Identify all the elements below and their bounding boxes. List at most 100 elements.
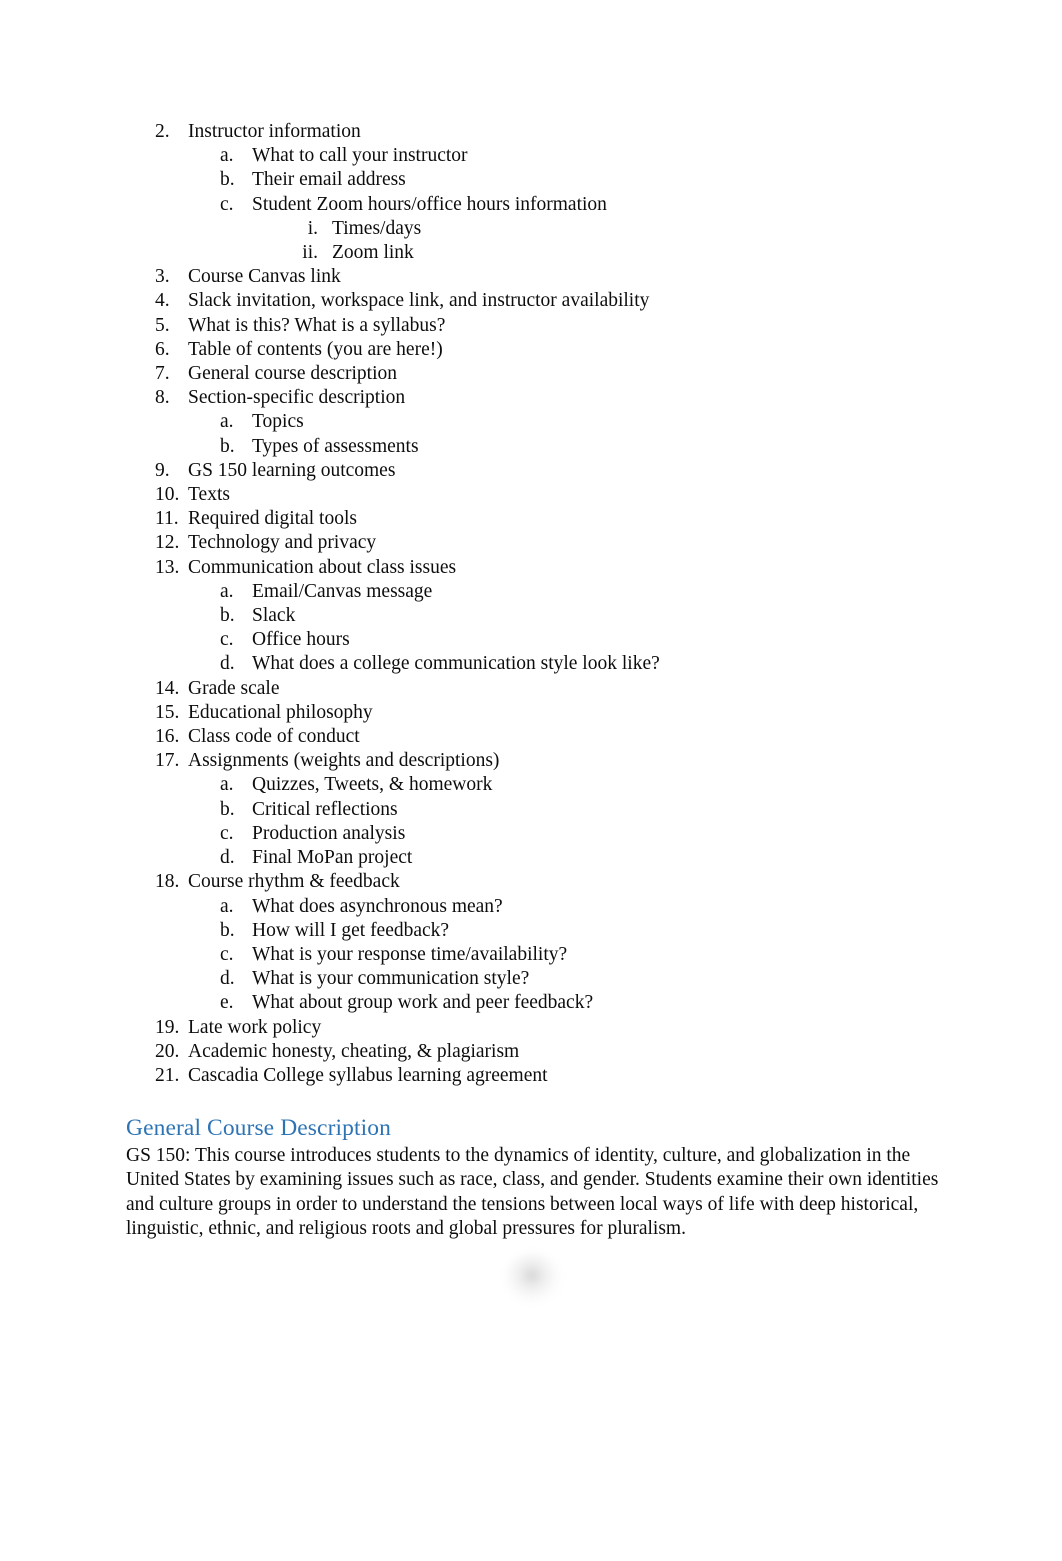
outline-item-l1: 15. Educational philosophy xyxy=(126,701,940,725)
outline-item-label: What does asynchronous mean? xyxy=(252,895,503,917)
outline-item-marker: 6. xyxy=(155,338,170,360)
outline-item-marker: b. xyxy=(220,605,235,627)
outline-item-l2: d. Final MoPan project xyxy=(220,846,940,870)
outline-item-marker: d. xyxy=(220,653,235,675)
outline-item-label: Educational philosophy xyxy=(188,701,373,723)
outline-item-label: Late work policy xyxy=(188,1016,322,1038)
outline-item-marker: b. xyxy=(220,169,235,191)
outline-item-label: How will I get feedback? xyxy=(252,919,450,941)
outline-item-marker: 4. xyxy=(155,290,170,312)
outline-item-label: General course description xyxy=(188,363,397,385)
outline-item-l2: b. Slack xyxy=(220,604,940,628)
outline-item-marker: 16. xyxy=(155,726,180,748)
outline-item-label: Instructor information xyxy=(188,121,361,142)
outline-item-l1: 2. Instructor information a. What to call y… xyxy=(126,120,940,265)
outline-item-l1: 21. Cascadia College syllabus learning ag… xyxy=(126,1064,940,1088)
outline-item-marker: a. xyxy=(220,411,234,433)
outline-item-marker: 17. xyxy=(155,750,180,772)
outline-item-l2: c. What is your response time/availabilit… xyxy=(220,943,940,967)
outline-item-l1: 10. Texts xyxy=(126,483,940,507)
outline-item-label: Assignments (weights and descriptions) xyxy=(188,750,500,772)
document-page: 2. Instructor information a. What to call y… xyxy=(0,0,1062,1561)
outline-item-marker: c. xyxy=(220,193,234,215)
outline-item-marker: d. xyxy=(220,847,235,869)
outline-item-label: Communication about class issues xyxy=(188,556,457,578)
outline-item-l2: c. Student Zoom hours/office hours inform… xyxy=(220,193,940,266)
outline-item-marker: 2. xyxy=(155,121,170,142)
outline-item-label: Table of contents (you are here!) xyxy=(188,338,443,360)
outline-item-l3: i. Times/days xyxy=(294,217,940,241)
outline-item-l2: a. Quizzes, Tweets, & homework xyxy=(220,773,940,797)
outline-item-label: Slack invitation, workspace link, and in… xyxy=(188,290,650,312)
document-text-column: 2. Instructor information a. What to call y… xyxy=(126,120,940,1241)
outline-item-l2: c. Production analysis xyxy=(220,822,940,846)
outline-item-l1: 9. GS 150 learning outcomes xyxy=(126,459,940,483)
outline-item-label: Grade scale xyxy=(188,677,280,699)
outline-item-label: What is this? What is a syllabus? xyxy=(188,314,446,336)
outline-item-l2: d. What does a college communication styl… xyxy=(220,652,940,676)
outline-item-marker: 12. xyxy=(155,532,180,554)
outline-item-label: What is your communication style? xyxy=(252,968,530,990)
outline-sublist-l2: a. What does asynchronous mean? b. How will… xyxy=(188,895,940,1016)
outline-item-label: What is your response time/availability? xyxy=(252,943,568,965)
outline-item-l1: 8. Section-specific description a. Topics b.… xyxy=(126,386,940,459)
general-course-description-paragraph: GS 150: This course introduces students … xyxy=(126,1145,939,1239)
outline-item-marker: 11. xyxy=(155,508,179,530)
outline-item-label: What about group work and peer feedback? xyxy=(252,992,594,1014)
outline-item-marker: d. xyxy=(220,968,235,990)
outline-item-marker: 5. xyxy=(155,314,170,336)
outline-sublist-l2: a. Email/Canvas message b. Slack c. Office ho… xyxy=(188,580,940,677)
outline-item-l2: b. Critical reflections xyxy=(220,798,940,822)
outline-item-l1: 5. What is this? What is a syllabus? xyxy=(126,314,940,338)
outline-item-label: Slack xyxy=(252,605,296,627)
outline-item-l2: d. What is your communication style? xyxy=(220,967,940,991)
outline-item-l1: 3. Course Canvas link xyxy=(126,265,940,289)
outline-item-marker: 3. xyxy=(155,266,170,288)
outline-item-l1: 19. Late work policy xyxy=(126,1016,940,1040)
outline-item-l1: 7. General course description xyxy=(126,362,940,386)
outline-item-marker: 7. xyxy=(155,363,170,385)
outline-item-marker: ii. xyxy=(302,242,318,264)
outline-item-marker: a. xyxy=(220,774,234,796)
outline-item-label: Production analysis xyxy=(252,822,406,844)
section-heading-general-course-description: General Course Description xyxy=(126,1115,391,1142)
outline-item-marker: b. xyxy=(220,798,235,820)
outline-item-marker: c. xyxy=(220,629,234,651)
outline-item-label: Email/Canvas message xyxy=(252,580,433,602)
outline-item-label: What to call your instructor xyxy=(252,145,468,167)
outline-item-l1: 20. Academic honesty, cheating, & plagiar… xyxy=(126,1040,940,1064)
outline-item-marker: a. xyxy=(220,145,234,167)
outline-item-label: Student Zoom hours/office hours informat… xyxy=(252,193,607,215)
outline-item-marker: 20. xyxy=(155,1040,180,1062)
outline-item-l1: 16. Class code of conduct xyxy=(126,725,940,749)
outline-item-l1: 12. Technology and privacy xyxy=(126,531,940,555)
outline-item-marker: a. xyxy=(220,580,234,602)
outline-item-label: Office hours xyxy=(252,629,350,651)
outline-item-l2: a. What does asynchronous mean? xyxy=(220,895,940,919)
outline-item-marker: c. xyxy=(220,943,234,965)
outline-item-label: Academic honesty, cheating, & plagiarism xyxy=(188,1040,520,1062)
outline-item-label: Topics xyxy=(252,411,304,433)
outline-item-marker: 14. xyxy=(155,677,180,699)
outline-item-label: Course Canvas link xyxy=(188,266,341,288)
outline-sublist-l3: i. Times/days ii. Zoom link xyxy=(252,217,940,265)
outline-item-marker: c. xyxy=(220,822,234,844)
outline-item-label: What does a college communication style … xyxy=(252,653,660,675)
outline-item-l2: a. What to call your instructor xyxy=(220,144,940,168)
outline-item-label: Texts xyxy=(188,484,230,506)
outline-item-label: Their email address xyxy=(252,169,406,191)
outline-item-l1: 11. Required digital tools xyxy=(126,507,940,531)
outline-item-l1: 6. Table of contents (you are here!) xyxy=(126,338,940,362)
outline-item-l3: ii. Zoom link xyxy=(294,241,940,265)
outline-item-l2: a. Email/Canvas message xyxy=(220,580,940,604)
outline-item-l2: c. Office hours xyxy=(220,628,940,652)
outline-item-marker: 8. xyxy=(155,387,170,409)
outline-item-marker: 18. xyxy=(155,871,180,893)
outline-item-l2: b. Types of assessments xyxy=(220,435,940,459)
outline-item-label: Class code of conduct xyxy=(188,726,360,748)
page-smudge-artifact xyxy=(504,1252,562,1304)
outline-item-label: GS 150 learning outcomes xyxy=(188,459,396,481)
outline-item-label: Zoom link xyxy=(332,242,414,264)
outline-item-label: Course rhythm & feedback xyxy=(188,871,400,893)
outline-item-marker: e. xyxy=(220,992,234,1014)
